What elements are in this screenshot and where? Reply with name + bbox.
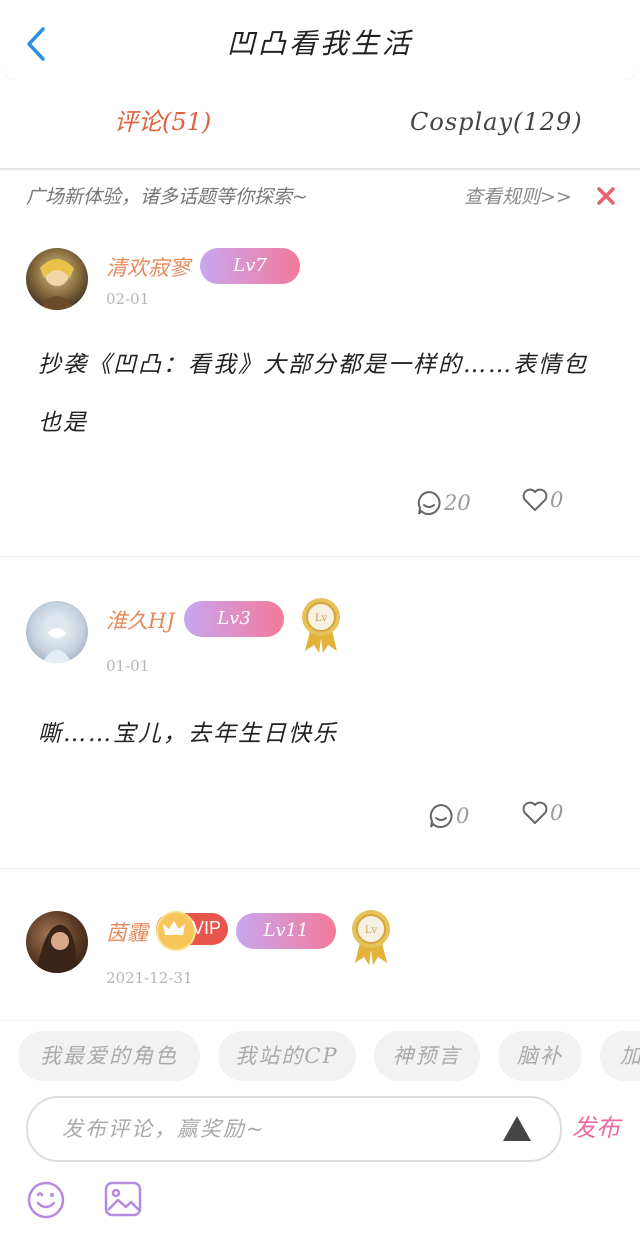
reply-button[interactable]: 0 [428, 803, 469, 829]
like-count: 0 [550, 801, 564, 825]
tab-comments[interactable]: 评论(51) [114, 80, 211, 168]
comment-text-line: 抄袭《凹凸：看我》大部分都是一样的……表情包 [38, 352, 588, 378]
svg-text:Lv: Lv [315, 613, 328, 624]
topic-tag[interactable]: 加 [600, 1031, 640, 1081]
topic-tag-bar: 我最爱的角色 我站的CP 神预言 脑补 加 [0, 1020, 640, 1093]
notice-message: 广场新体验，诸多话题等你探索~ [26, 186, 308, 208]
comment-input-container [26, 1096, 562, 1162]
vip-badge: VIP [156, 911, 228, 951]
comment-text-line: 嘶……宝儿，去年生日快乐 [38, 721, 338, 747]
tab-cosplay[interactable]: Cosplay(129) [410, 80, 583, 168]
comment-input[interactable] [60, 1110, 484, 1148]
like-count: 0 [550, 488, 564, 512]
topic-tag[interactable]: 我最爱的角色 [18, 1031, 200, 1081]
svg-text:Lv: Lv [365, 925, 378, 936]
reply-button[interactable]: 20 [416, 490, 471, 516]
comment-bubble-icon [429, 803, 453, 828]
comment-bubble-icon [417, 490, 441, 515]
comment-item: 清欢寂寥 Lv7 02-01 抄袭《凹凸：看我》大部分都是一样的……表情包 也是… [0, 222, 640, 557]
like-button[interactable]: 0 [522, 488, 563, 512]
reply-count: 20 [444, 491, 471, 515]
username[interactable]: 茵霾 [106, 917, 148, 947]
topic-tag[interactable]: 神预言 [374, 1031, 480, 1081]
level-badge: Lv11 [236, 913, 336, 949]
notice-bar: 广场新体验，诸多话题等你探索~ 查看规则>> [0, 170, 640, 222]
heart-icon [522, 801, 548, 824]
medal-icon: Lv [302, 598, 340, 653]
comment-item: 淮久HJ Lv3 Lv 01-01 嘶……宝儿，去年生日快乐 0 0 [0, 557, 640, 869]
comment-text-line: 也是 [38, 410, 88, 436]
reply-count: 0 [456, 804, 470, 828]
comment-item: 茵霾 VIP Lv11 Lv 2021-12-31 [0, 869, 640, 1019]
like-button[interactable]: 0 [522, 801, 563, 825]
level-badge: Lv7 [200, 248, 300, 284]
page-title: 凹凸看我生活 [226, 27, 413, 60]
username[interactable]: 淮久HJ [106, 605, 175, 635]
emoji-icon[interactable] [26, 1180, 66, 1220]
comment-text: 抄袭《凹凸：看我》大部分都是一样的……表情包 也是 [38, 336, 600, 452]
comment-date: 2021-12-31 [106, 969, 193, 987]
avatar[interactable] [26, 911, 88, 973]
comment-date: 01-01 [106, 657, 150, 675]
crown-icon [156, 911, 196, 951]
close-icon[interactable] [594, 184, 618, 208]
topic-tag[interactable]: 我站的CP [218, 1031, 356, 1081]
avatar[interactable] [26, 601, 88, 663]
send-triangle-icon[interactable] [502, 1114, 532, 1142]
top-bar: 凹凸看我生活 [0, 0, 640, 81]
comment-date: 02-01 [106, 290, 150, 308]
publish-button[interactable]: 发布 [572, 1108, 620, 1143]
vip-label: VIP [192, 918, 222, 938]
topic-tag[interactable]: 脑补 [498, 1031, 582, 1081]
level-badge: Lv3 [184, 601, 284, 637]
image-icon[interactable] [104, 1180, 142, 1218]
comment-text: 嘶……宝儿，去年生日快乐 [38, 705, 600, 763]
tab-bar: 评论(51) Cosplay(129) [0, 80, 640, 170]
view-rules-link[interactable]: 查看规则>> [464, 182, 572, 209]
heart-icon [522, 488, 548, 511]
medal-icon: Lv [352, 910, 390, 965]
avatar[interactable] [26, 248, 88, 310]
username[interactable]: 清欢寂寥 [106, 252, 190, 282]
